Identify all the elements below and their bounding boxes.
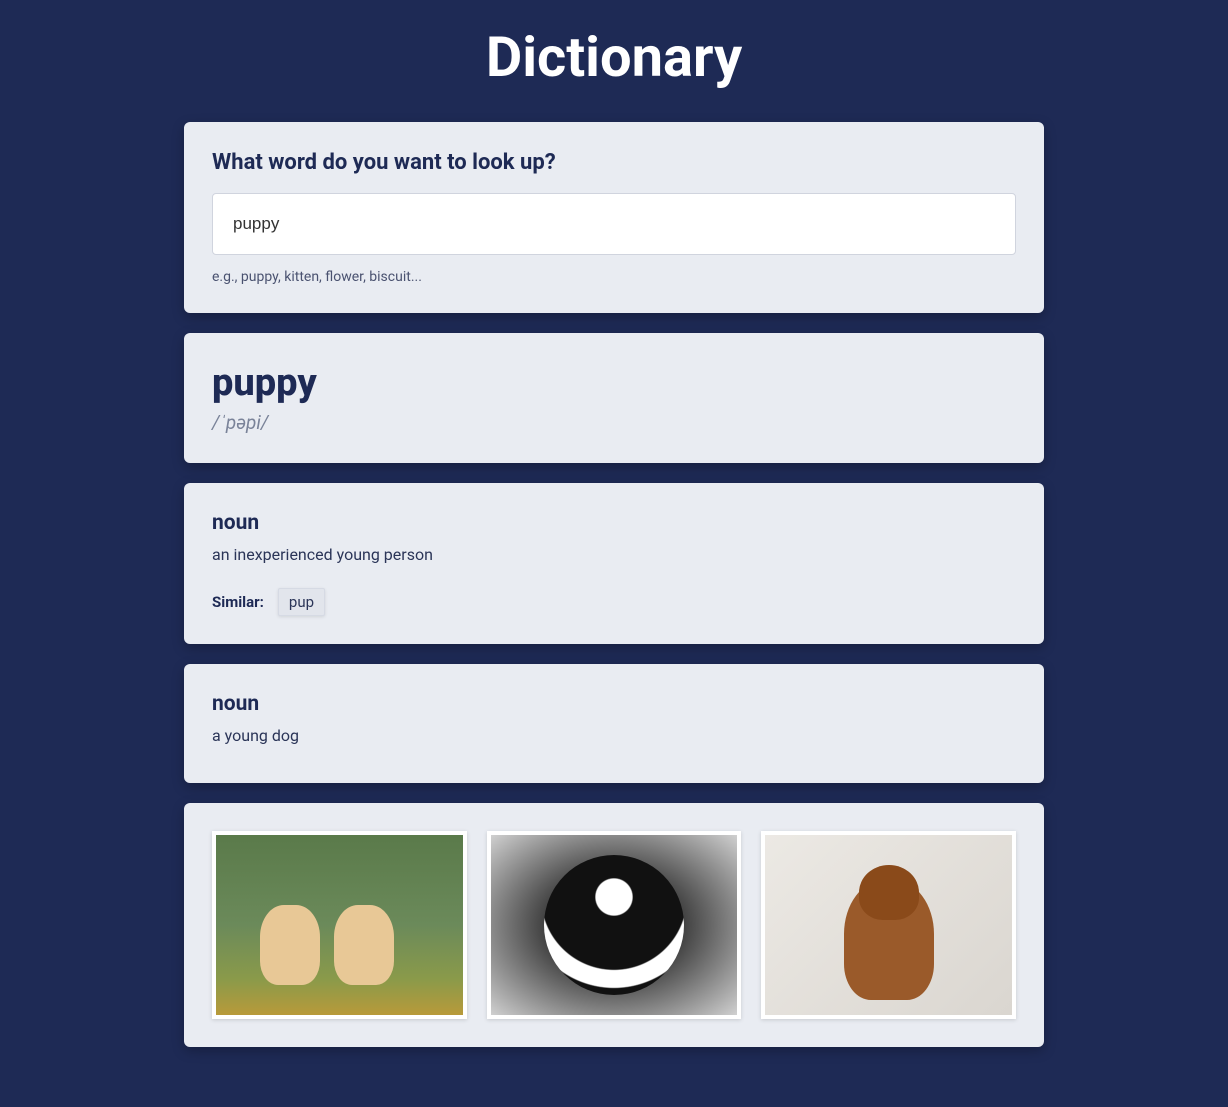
similar-label: Similar:	[212, 593, 264, 611]
meaning-card: noun a young dog	[184, 664, 1044, 783]
page-title: Dictionary	[0, 0, 1228, 122]
result-image[interactable]	[212, 831, 467, 1019]
definition-text: a young dog	[212, 726, 1016, 745]
part-of-speech: noun	[212, 511, 1016, 535]
word-header-card: puppy /ˈpəpi/	[184, 333, 1044, 463]
search-card: What word do you want to look up? e.g., …	[184, 122, 1044, 313]
result-image[interactable]	[487, 831, 742, 1019]
result-image[interactable]	[761, 831, 1016, 1019]
part-of-speech: noun	[212, 692, 1016, 716]
search-input[interactable]	[212, 193, 1016, 255]
search-label: What word do you want to look up?	[212, 150, 1016, 175]
result-phonetic: /ˈpəpi/	[212, 411, 1016, 435]
puppy-image-icon	[216, 835, 463, 1015]
definition-text: an inexperienced young person	[212, 545, 1016, 564]
puppy-image-icon	[491, 835, 738, 1015]
meaning-card: noun an inexperienced young person Simil…	[184, 483, 1044, 644]
search-hint: e.g., puppy, kitten, flower, biscuit...	[212, 269, 1016, 285]
result-word: puppy	[212, 361, 1016, 405]
similar-chip[interactable]: pup	[278, 588, 325, 616]
similar-row: Similar: pup	[212, 588, 1016, 616]
images-card	[184, 803, 1044, 1047]
puppy-image-icon	[765, 835, 1012, 1015]
